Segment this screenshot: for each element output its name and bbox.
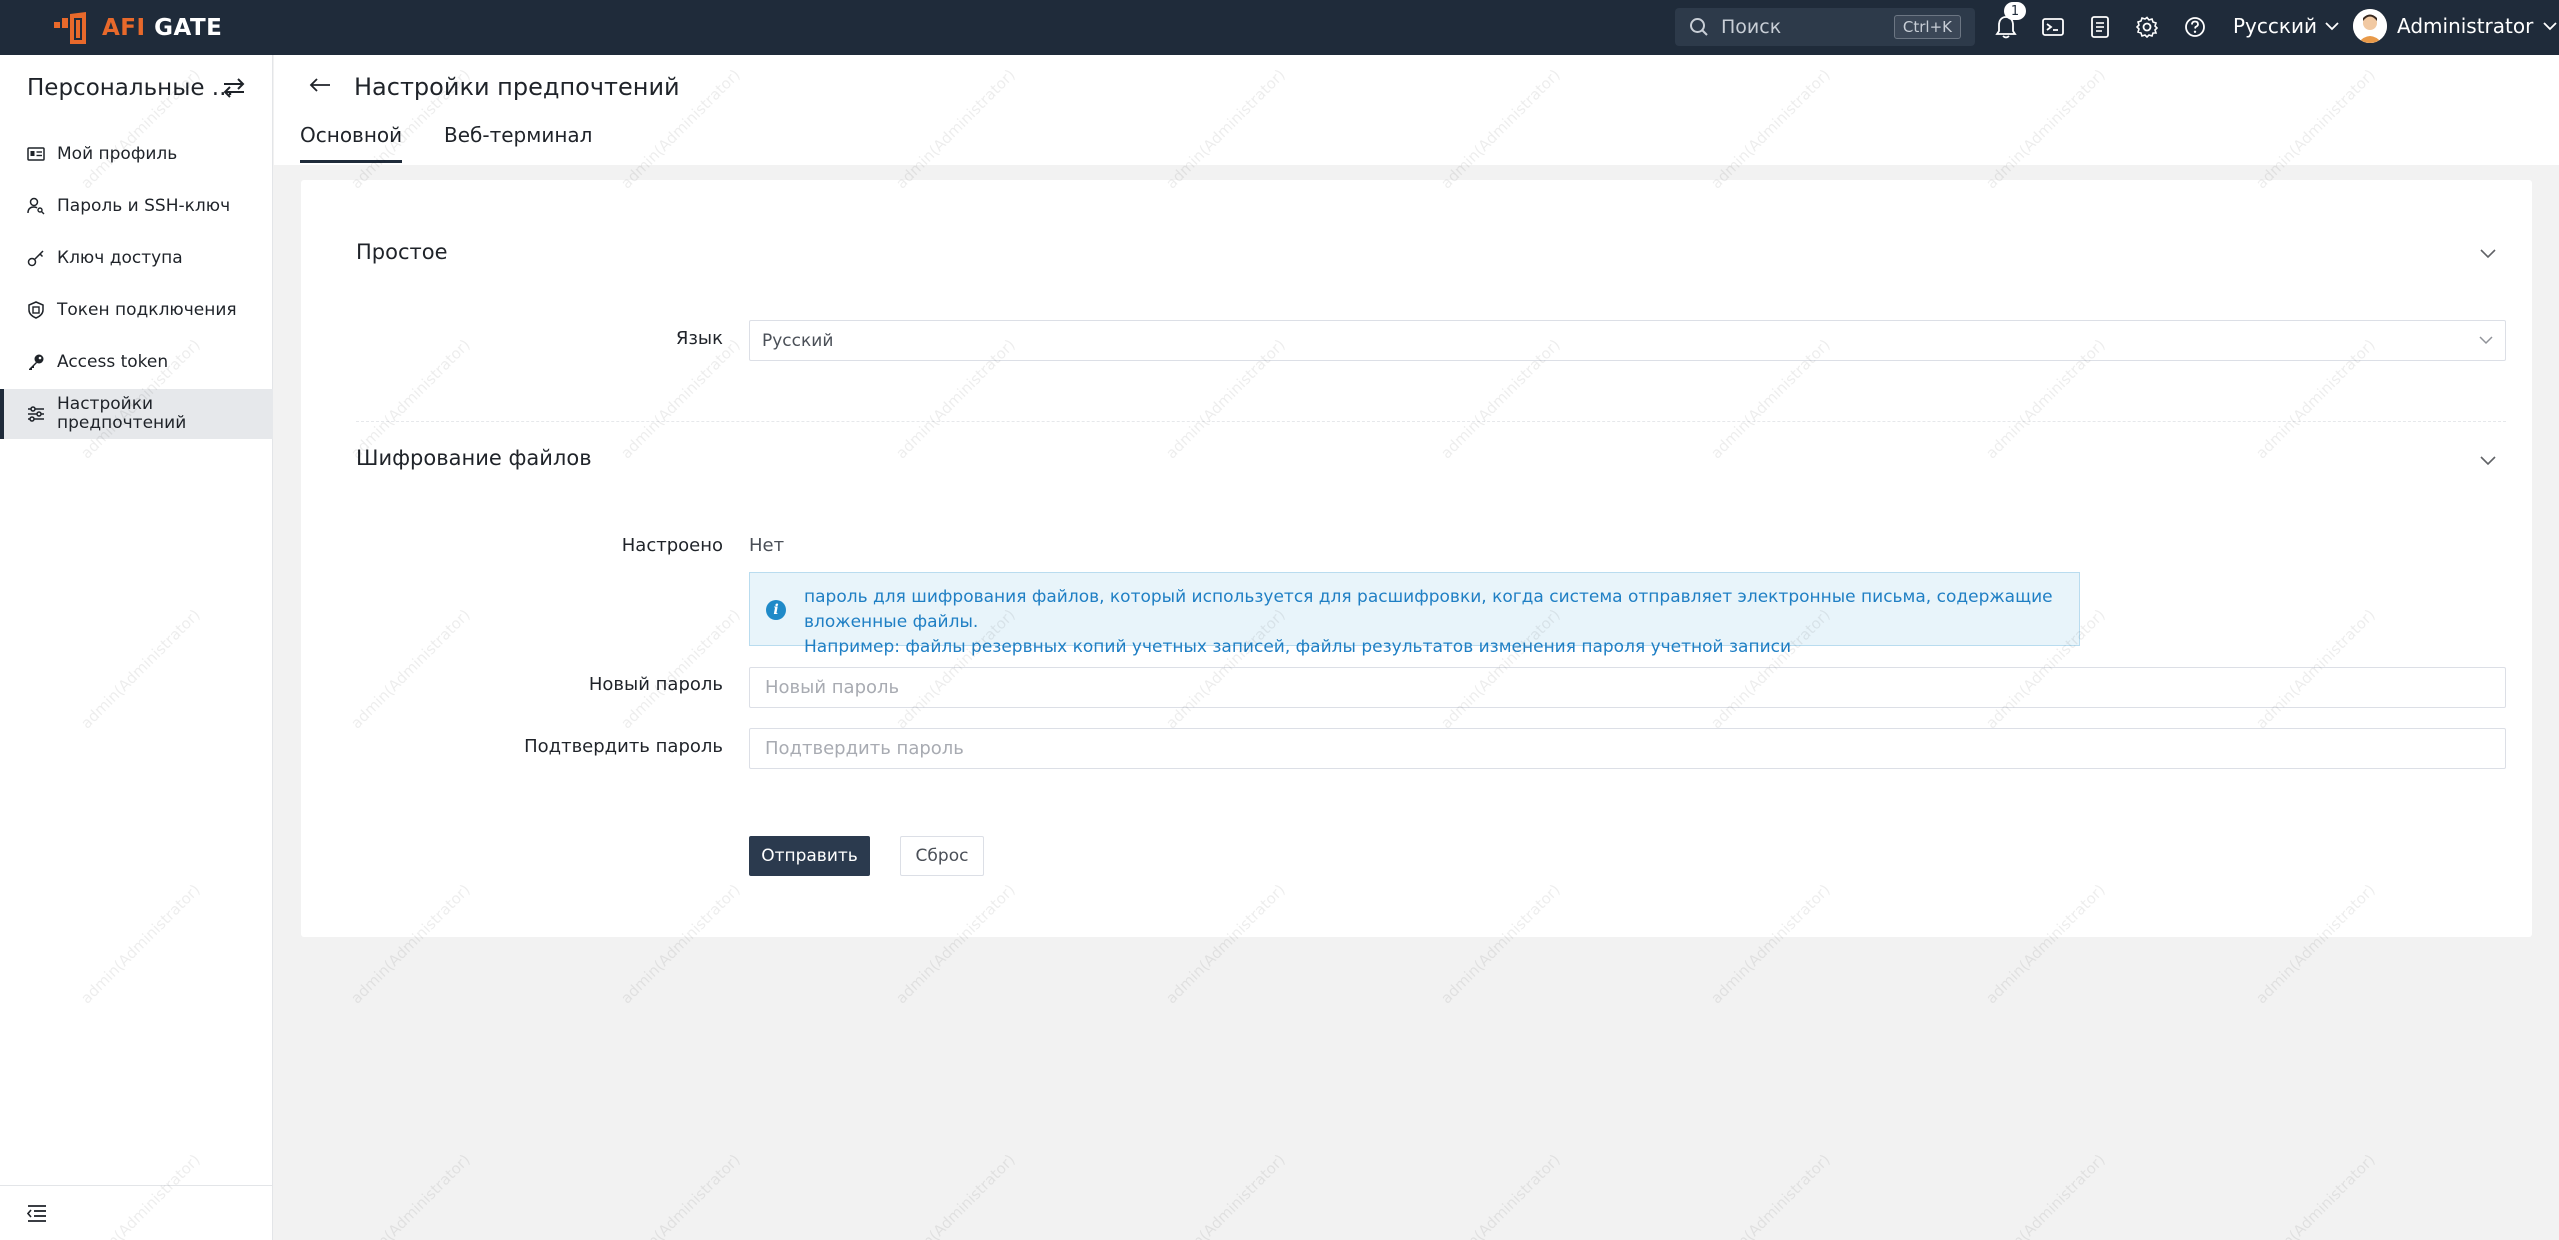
chevron-down-icon[interactable] (2480, 244, 2496, 263)
back-arrow-icon[interactable] (309, 77, 331, 97)
shield-token-icon (28, 301, 44, 319)
user-name: Administrator (2397, 14, 2534, 38)
search-shortcut: Ctrl+K (1893, 15, 1961, 39)
reset-button[interactable]: Сброс (900, 836, 984, 876)
chevron-down-icon[interactable] (2480, 451, 2496, 470)
sidebar-item-label: Access token (57, 351, 169, 372)
notification-badge: 1 (2004, 2, 2026, 20)
search-icon (1690, 18, 1708, 36)
logo-mark-icon (54, 12, 86, 44)
submit-button[interactable]: Отправить (749, 836, 870, 876)
sidebar-item-preferences[interactable]: Настройки предпочтений (0, 389, 273, 439)
sliders-icon (28, 406, 44, 422)
sidebar-item-label: Токен подключения (57, 299, 237, 320)
watermark-text: admin(Administrator) (617, 1150, 744, 1240)
section-basic-title: Простое (356, 240, 448, 264)
search-label: Поиск (1721, 16, 1782, 38)
info-icon: i (766, 600, 786, 620)
page-title: Настройки предпочтений (354, 73, 680, 101)
page-header: Настройки предпочтений Основной Веб-терм… (274, 55, 2559, 165)
section-divider (356, 421, 2506, 422)
tab-basic[interactable]: Основной (300, 123, 403, 163)
user-menu[interactable]: Administrator (2353, 9, 2557, 43)
language-field-label: Язык (675, 328, 723, 349)
sidebar-item-access-key[interactable]: Ключ доступа (0, 233, 273, 283)
search-box[interactable]: Поиск Ctrl+K (1675, 8, 1975, 46)
configured-value: Нет (749, 535, 785, 556)
logo-text: AFI GATE (102, 15, 223, 41)
watermark-text: admin(Administrator) (892, 1150, 1019, 1240)
configured-label: Настроено (621, 535, 723, 556)
sidebar-item-label: Мой профиль (57, 143, 178, 164)
language-label: Русский (2233, 14, 2317, 38)
sidebar-item-connection-token[interactable]: Токен подключения (0, 285, 273, 335)
info-alert: i пароль для шифрования файлов, который … (749, 572, 2080, 657)
info-text: пароль для шифрования файлов, который ис… (804, 587, 2053, 657)
key-icon (27, 250, 44, 267)
gear-icon[interactable] (2134, 14, 2160, 40)
document-icon[interactable] (2087, 14, 2113, 40)
section-encryption-title: Шифрование файлов (356, 446, 592, 470)
sidebar-footer (0, 1185, 273, 1240)
watermark-text: admin(Administrator) (2252, 1150, 2379, 1240)
new-password-input[interactable] (749, 667, 2506, 708)
language-selector[interactable]: Русский (2233, 14, 2339, 38)
sidebar-item-label: Пароль и SSH-ключ (57, 195, 231, 216)
sidebar: Персональные ... Мой профиль Пароль и SS… (0, 55, 273, 1240)
chevron-down-icon (2479, 336, 2493, 345)
sidebar-item-access-token[interactable]: Access token (0, 337, 273, 387)
watermark-text: admin(Administrator) (1162, 1150, 1289, 1240)
watermark-text: admin(Administrator) (1707, 1150, 1834, 1240)
settings-card: Простое Язык Русский Шифрование файлов Н… (301, 180, 2532, 937)
sidebar-item-profile[interactable]: Мой профиль (0, 129, 273, 179)
collapse-menu-icon[interactable] (26, 1204, 47, 1226)
confirm-password-input[interactable] (749, 728, 2506, 769)
language-select-value: Русский (762, 330, 834, 351)
sidebar-item-password-ssh[interactable]: Пароль и SSH-ключ (0, 181, 273, 231)
switch-icon[interactable] (222, 77, 246, 103)
id-card-icon (27, 147, 45, 161)
watermark-text: admin(Administrator) (347, 1150, 474, 1240)
key-solid-icon (29, 354, 44, 370)
chevron-down-icon (2543, 22, 2557, 31)
user-key-icon (27, 197, 45, 215)
tab-web-terminal[interactable]: Веб-терминал (444, 123, 592, 163)
watermark-text: admin(Administrator) (1982, 1150, 2109, 1240)
language-select[interactable]: Русский (749, 320, 2506, 361)
help-icon[interactable] (2182, 14, 2208, 40)
new-password-label: Новый пароль (588, 674, 723, 695)
top-bar: AFI GATE Поиск Ctrl+K 1 Русский Administ… (0, 0, 2559, 55)
confirm-password-label: Подтвердить пароль (524, 736, 723, 757)
watermark-text: admin(Administrator) (1437, 1150, 1564, 1240)
chevron-down-icon (2325, 22, 2339, 31)
app-logo[interactable]: AFI GATE (52, 10, 222, 46)
sidebar-item-label: Настройки предпочтений (57, 394, 187, 433)
terminal-icon[interactable] (2040, 14, 2066, 40)
sidebar-item-label: Ключ доступа (57, 247, 183, 268)
avatar (2353, 9, 2387, 43)
sidebar-title: Персональные ... (27, 75, 234, 101)
